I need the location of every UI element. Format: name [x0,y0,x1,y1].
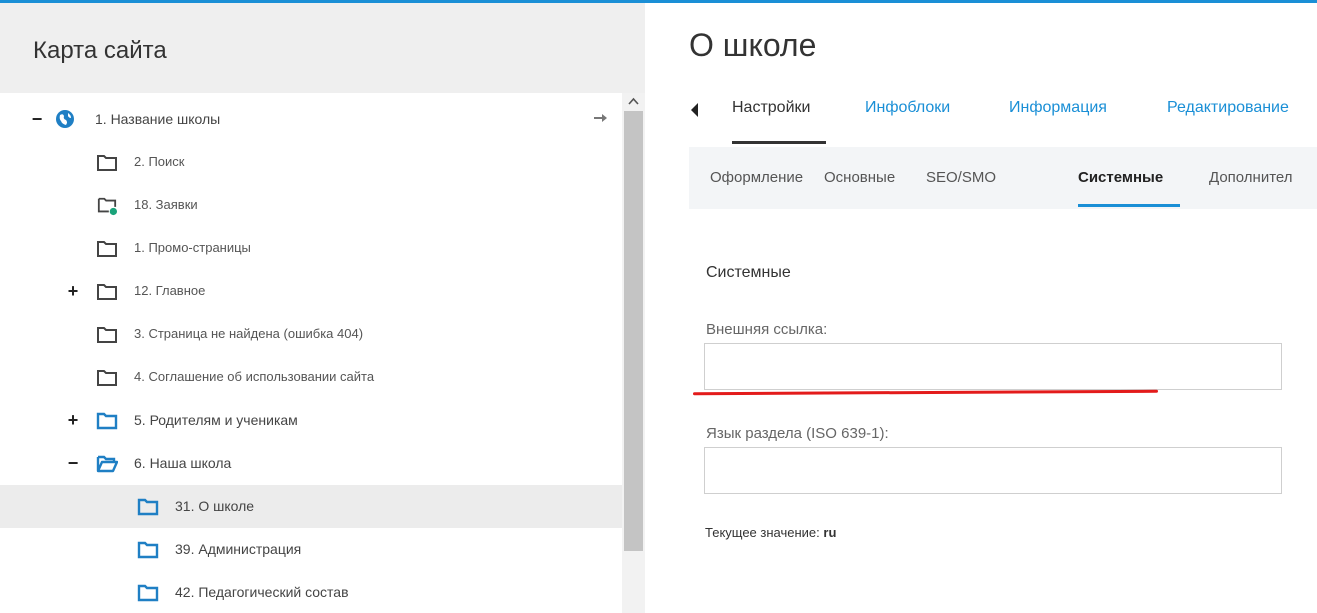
main-tabs: Настройки Инфоблоки Информация Редактиро… [689,87,1317,145]
current-value-text: Текущее значение: ru [705,525,836,540]
folder-icon [97,155,117,171]
tree-item-label: 12. Главное [134,283,206,298]
page-editor-panel: О школе Настройки Инфоблоки Информация Р… [645,3,1317,613]
subtab-system[interactable]: Системные [1078,169,1163,186]
external-link-input[interactable] [704,343,1282,390]
scroll-up-icon[interactable] [622,93,645,111]
active-subtab-underline [1078,204,1180,207]
folder-with-status-icon [97,197,117,216]
collapse-toggle[interactable]: − [66,454,80,472]
folder-open-icon [96,455,118,473]
tree-item[interactable]: 18. Заявки [0,184,622,227]
tree-item[interactable]: 39. Администрация [0,528,622,571]
tree-item-label: 18. Заявки [134,197,198,212]
tree-item-label: 6. Наша школа [134,455,232,471]
expand-toggle[interactable]: + [66,282,80,300]
subtab-additional[interactable]: Дополнител [1209,169,1293,186]
subtab-main[interactable]: Основные [824,169,895,186]
annotation-underline [692,389,1159,396]
tree-item-label: 3. Страница не найдена (ошибка 404) [134,326,364,341]
folder-icon [137,584,159,602]
current-value-label: Текущее значение: [705,525,820,540]
tree-item[interactable]: 1. Промо-страницы [0,227,622,270]
tree-item-label: 1. Название школы [95,111,221,127]
scrollbar-thumb[interactable] [624,111,643,551]
language-input[interactable] [704,447,1282,494]
globe-icon [56,110,74,128]
tab-settings[interactable]: Настройки [732,99,810,117]
language-label: Язык раздела (ISO 639-1): [706,425,889,442]
current-value: ru [823,525,837,540]
arrow-right-icon[interactable] [592,110,610,126]
tree-item[interactable]: + 5. Родителям и ученикам [0,399,622,442]
expand-toggle[interactable]: + [66,411,80,429]
tab-infoblocks[interactable]: Инфоблоки [865,99,950,117]
subtab-seo-smo[interactable]: SEO/SMO [926,169,996,186]
folder-icon [137,541,159,559]
tree-item[interactable]: 42. Педагогический состав [0,571,622,613]
tab-editing[interactable]: Редактирование [1167,99,1289,117]
tree-item[interactable]: − 1. Название школы [0,98,622,141]
tree-item[interactable]: + 12. Главное [0,270,622,313]
tree-item-label: 2. Поиск [134,154,185,169]
folder-icon [97,241,117,257]
external-link-label: Внешняя ссылка: [706,321,828,338]
tree-item-label: 4. Соглашение об использовании сайта [134,369,375,384]
page-title: О школе [689,27,817,63]
collapse-toggle[interactable]: − [30,110,44,128]
folder-icon [137,498,159,516]
folder-icon [96,412,118,430]
tree-item[interactable]: 3. Страница не найдена (ошибка 404) [0,313,622,356]
sitemap-scrollbar[interactable] [622,93,645,613]
tree-item[interactable]: 2. Поиск [0,141,622,184]
subtab-design[interactable]: Оформление [710,169,803,186]
sitemap-tree: − 1. Название школы 2. Поиск 18. Заявки … [0,93,622,613]
tree-item-label: 42. Педагогический состав [175,584,349,600]
tree-item-label: 31. О школе [175,498,255,514]
tree-item-label: 1. Промо-страницы [134,240,251,255]
sitemap-title: Карта сайта [33,37,167,64]
tab-information[interactable]: Информация [1009,99,1107,117]
settings-subtabs: Оформление Основные SEO/SMO Системные До… [689,147,1317,209]
folder-icon [97,284,117,300]
tree-item-label: 39. Администрация [175,541,302,557]
sitemap-panel: Карта сайта − 1. Название школы 2. Поиск [0,3,645,613]
tree-item-label: 5. Родителям и ученикам [134,412,298,428]
sitemap-header: Карта сайта [0,3,645,93]
folder-icon [97,327,117,343]
section-title: Системные [706,264,791,281]
active-tab-underline [732,141,826,144]
tree-item-selected[interactable]: 31. О школе [0,485,622,528]
tabs-scroll-left-icon[interactable] [689,100,701,120]
folder-icon [97,370,117,386]
tree-item[interactable]: 4. Соглашение об использовании сайта [0,356,622,399]
tree-item[interactable]: − 6. Наша школа [0,442,622,485]
